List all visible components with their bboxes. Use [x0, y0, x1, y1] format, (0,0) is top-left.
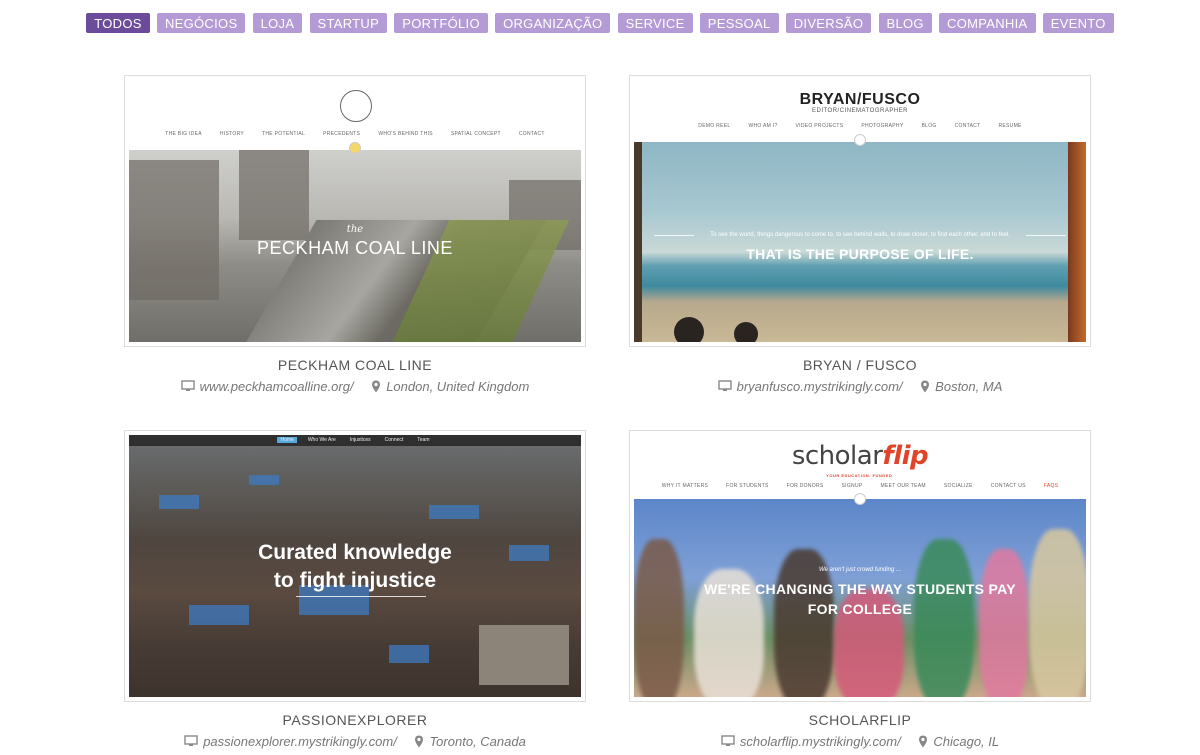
map-pin-icon [414, 735, 424, 751]
filter-todos[interactable]: TODOS [86, 13, 150, 33]
card-meta: bryanfusco.mystrikingly.com/ Boston, MA [629, 379, 1091, 396]
preview-nav-item: THE POTENTIAL [262, 131, 306, 137]
site-location: Toronto, Canada [429, 734, 526, 749]
preview-nav: DEMO REEL WHO AM I? VIDEO PROJECTS PHOTOGRA… [630, 123, 1090, 129]
filter-blog[interactable]: BLOG [878, 13, 932, 33]
site-location: London, United Kingdom [386, 379, 530, 394]
site-thumbnail-peckham[interactable]: THE BIG IDEA HISTORY THE POTENTIAL PRECEDEN… [124, 75, 586, 347]
preview-nav-item: FOR STUDENTS [726, 483, 769, 489]
preview-nav-item: FOR DONORS [786, 483, 824, 489]
filter-loja[interactable]: LOJA [252, 13, 303, 33]
site-thumbnail-bryanfusco[interactable]: BRYAN/FUSCO EDITOR/CINEMATOGRAPHER DEMO … [629, 75, 1091, 347]
preview-nav-item: CONTACT US [990, 483, 1026, 489]
preview-tagline: YOUR EDUCATION. FUNDED. [826, 473, 894, 478]
preview-nav-item: CONTACT [954, 123, 981, 129]
site-url-link[interactable]: passionexplorer.mystrikingly.com/ [203, 734, 397, 749]
site-location: Chicago, IL [933, 734, 1000, 749]
preview-nav-item: RESUME [998, 123, 1022, 129]
hero-line-2: to fight injustice [273, 569, 437, 592]
preview-nav-item: VIDEO PROJECTS [795, 123, 844, 129]
filter-pessoal[interactable]: PESSOAL [699, 13, 779, 33]
filter-portfolio[interactable]: PORTFÓLIO [394, 13, 488, 33]
preview-nav-item: BLOG [921, 123, 937, 129]
preview-nav-item: CONTACT [518, 131, 545, 137]
preview-nav: WHY IT MATTERS FOR STUDENTS FOR DONORS SIGN… [630, 483, 1090, 489]
filter-startup[interactable]: STARTUP [309, 13, 388, 33]
preview-hero-title: PECKHAM COAL LINE [257, 238, 453, 258]
preview-hero-image: the PECKHAM COAL LINE [129, 150, 581, 342]
preview-hero-small: We aren't just crowd funding ... [818, 567, 902, 573]
preview-nav-item: Who We Are [307, 437, 336, 443]
preview-hero-image: Curated knowledge to fight injustice [129, 435, 581, 697]
preview-nav-item: PRECEDENTS [323, 131, 361, 137]
preview-nav-item: SOCIALIZE [943, 483, 973, 489]
preview-logo: scholarflip [630, 441, 1090, 471]
scroll-badge-icon [854, 493, 866, 505]
preview-nav-item: Injustices [349, 437, 371, 443]
hero-line-2: FOR COLLEGE [807, 601, 913, 617]
site-thumbnail-passionexplorer[interactable]: Curated knowledge to fight injustice Hom… [124, 430, 586, 702]
preview-hero-small: the [346, 224, 364, 235]
card-meta: scholarflip.mystrikingly.com/ Chicago, I… [629, 734, 1091, 751]
logo-part-a: scholar [791, 441, 883, 471]
card-title: SCHOLARFLIP [808, 712, 912, 728]
preview-nav-item: HISTORY [219, 131, 245, 137]
site-thumbnail-scholarflip[interactable]: scholarflip YOUR EDUCATION. FUNDED. WHY … [629, 430, 1091, 702]
filter-organizacao[interactable]: ORGANIZAÇÃO [495, 13, 611, 33]
filter-diversao[interactable]: DIVERSÃO [785, 13, 872, 33]
scroll-badge-icon [854, 134, 866, 146]
card-meta: passionexplorer.mystrikingly.com/ Toront… [124, 734, 586, 751]
category-filter-bar: TODOS NEGÓCIOS LOJA STARTUP PORTFÓLIO ORGANIZ… [0, 13, 1200, 33]
hero-line-1: WE'RE CHANGING THE WAY STUDENTS PAY [704, 581, 1016, 597]
site-url-link[interactable]: bryanfusco.mystrikingly.com/ [737, 379, 903, 394]
monitor-icon [717, 380, 732, 395]
preview-nav-item: SIGNUP [841, 483, 863, 489]
preview-nav-item: DEMO REEL [698, 123, 731, 129]
card-title: PASSIONEXPLORER [282, 712, 428, 728]
monitor-icon [184, 735, 198, 750]
preview-hero-quote: To see the world, things dangerous to co… [710, 232, 1010, 238]
map-pin-icon [920, 380, 930, 396]
filter-companhia[interactable]: COMPANHIA [939, 13, 1036, 33]
site-url-link[interactable]: scholarflip.mystrikingly.com/ [740, 734, 901, 749]
logo-part-b: flip [882, 441, 929, 471]
filter-service[interactable]: SERVICE [617, 13, 693, 33]
preview-hero-image: We aren't just crowd funding ... WE'RE C… [634, 499, 1086, 697]
preview-nav-item: FAQS [1043, 483, 1059, 489]
preview-hero-title: Curated knowledge to fight injustice [129, 539, 581, 595]
site-location: Boston, MA [935, 379, 1003, 394]
preview-nav-item: Home [277, 437, 297, 443]
filter-negocios[interactable]: NEGÓCIOS [156, 13, 246, 33]
monitor-icon [180, 380, 195, 395]
monitor-icon [721, 735, 735, 750]
preview-nav-item: WHO AM I? [748, 123, 778, 129]
preview-nav-item: Connect [384, 437, 404, 443]
scroll-badge-icon [349, 142, 361, 154]
hero-line-1: Curated knowledge [258, 541, 452, 564]
preview-logo: BRYAN/FUSCO [799, 91, 921, 108]
preview-hero-title: WE'RE CHANGING THE WAY STUDENTS PAY FOR … [634, 579, 1086, 619]
preview-nav-item: PHOTOGRAPHY [861, 123, 904, 129]
map-pin-icon [371, 380, 381, 396]
preview-nav-item: THE BIG IDEA [165, 131, 202, 137]
filter-evento[interactable]: EVENTO [1042, 13, 1114, 33]
site-logo-image [340, 90, 372, 122]
preview-nav: Home Who We Are Injustices Connect Team [129, 435, 581, 446]
card-title: BRYAN / FUSCO [802, 357, 918, 373]
card-title: PECKHAM COAL LINE [277, 357, 433, 373]
map-pin-icon [918, 735, 928, 751]
site-url-link[interactable]: www.peckhamcoalline.org/ [200, 379, 354, 394]
card-meta: www.peckhamcoalline.org/ London, United … [124, 379, 586, 396]
preview-subtitle: EDITOR/CINEMATOGRAPHER [811, 108, 908, 114]
preview-nav-item: WHY IT MATTERS [661, 483, 709, 489]
preview-nav-item: SPATIAL CONCEPT [450, 131, 501, 137]
preview-nav-item: WHO'S BEHIND THIS [378, 131, 433, 137]
preview-nav: THE BIG IDEA HISTORY THE POTENTIAL PRECEDEN… [125, 131, 585, 137]
preview-nav-item: Team [417, 437, 430, 443]
preview-hero-image: To see the world, things dangerous to co… [634, 142, 1086, 342]
preview-nav-item: MEET OUR TEAM [880, 483, 926, 489]
preview-hero-title: THAT IS THE PURPOSE OF LIFE. [746, 246, 974, 262]
